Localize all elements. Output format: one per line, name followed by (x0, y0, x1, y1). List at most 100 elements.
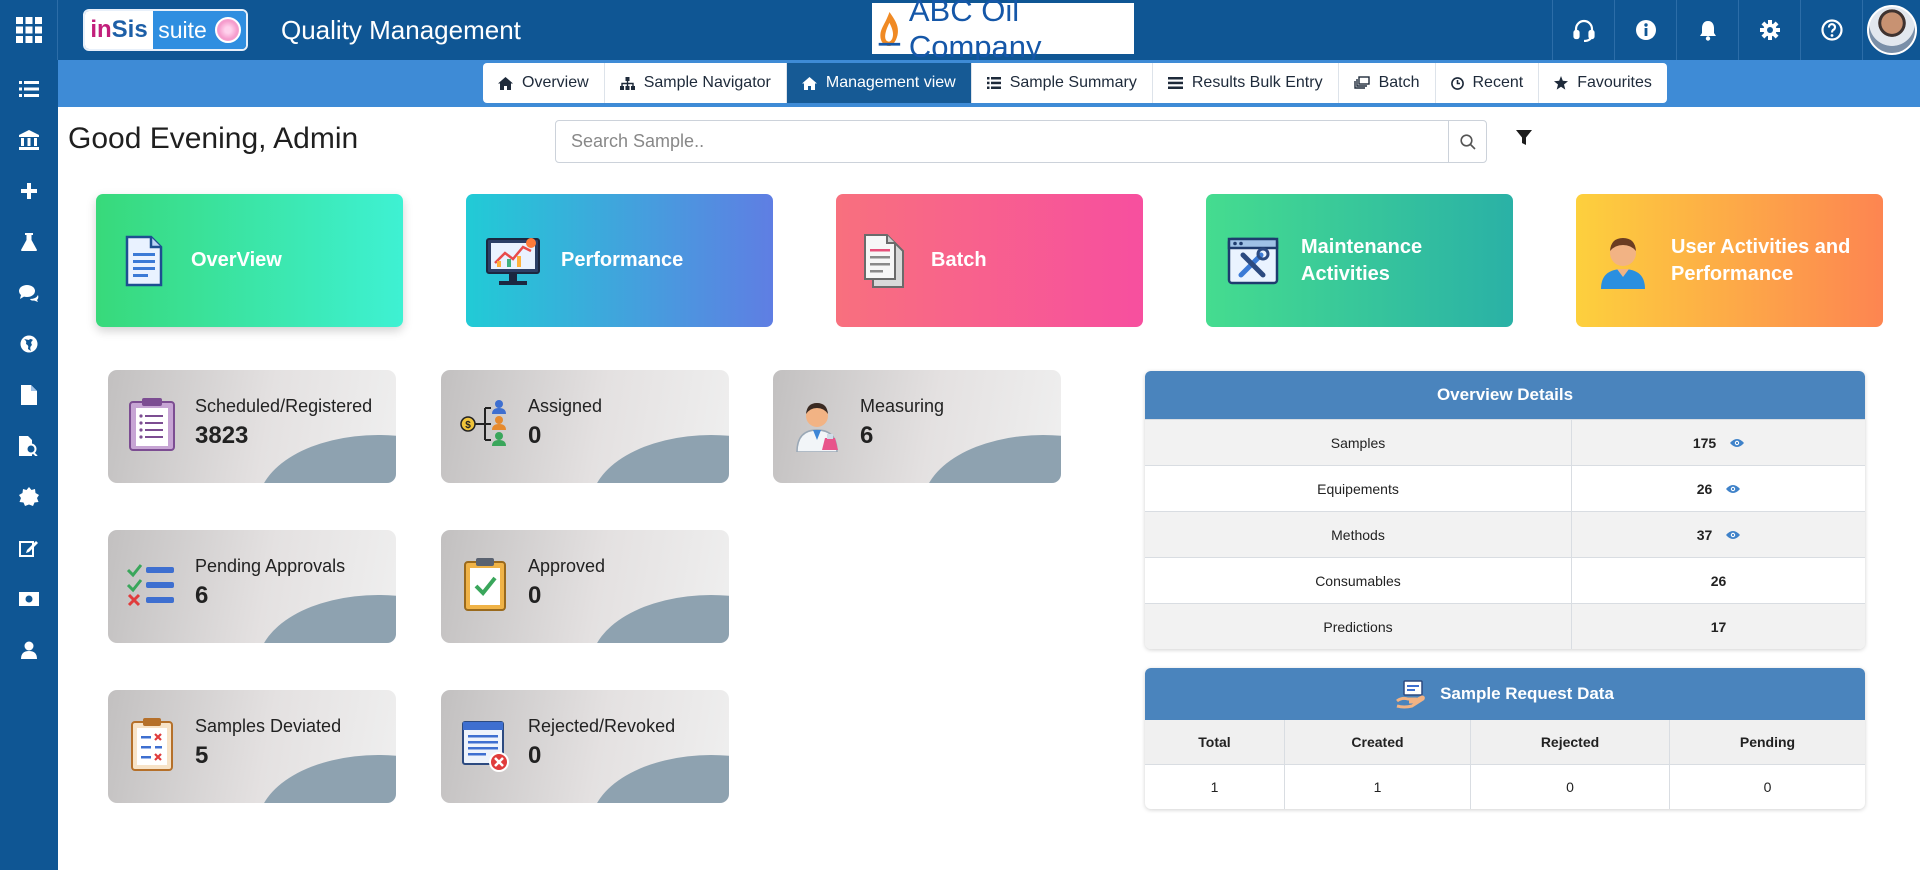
stat-value: 0 (528, 742, 542, 769)
stat-value: 0 (528, 582, 542, 609)
card-batch[interactable]: Batch (836, 194, 1143, 327)
list-icon[interactable] (0, 63, 58, 114)
eye-icon[interactable] (1730, 438, 1745, 448)
card-maintenance-activities[interactable]: Maintenance Activities (1206, 194, 1513, 327)
row-label: Consumables (1145, 558, 1572, 603)
filter-icon[interactable] (1516, 130, 1532, 151)
stat-label: Rejected/Revoked (528, 716, 676, 736)
row-value: 37 (1696, 526, 1713, 543)
stat-rejected-revoked[interactable]: Rejected/Revoked 0 (441, 690, 729, 803)
tab-recent[interactable]: Recent (1436, 63, 1540, 103)
file-search-icon[interactable] (0, 420, 58, 471)
card-overview[interactable]: OverView (96, 194, 403, 327)
headset-icon[interactable] (1552, 0, 1614, 60)
tab-label: Favourites (1577, 74, 1652, 91)
table-cell: 0 (1471, 765, 1670, 809)
eye-icon[interactable] (1726, 530, 1741, 540)
chat-icon[interactable] (0, 267, 58, 318)
panel-title: Overview Details (1145, 371, 1865, 419)
row-label: Predictions (1145, 604, 1572, 649)
tools-window-icon (1227, 237, 1279, 284)
request-hand-icon (1396, 680, 1425, 709)
globe-icon[interactable] (0, 318, 58, 369)
star-icon (1554, 76, 1569, 90)
tab-sample-summary[interactable]: Sample Summary (972, 63, 1153, 103)
gear-icon[interactable] (1738, 0, 1800, 60)
nav-strip: Overview Sample Navigator Management vie… (58, 60, 1920, 107)
card-user-activities[interactable]: User Activities and Performance (1576, 194, 1883, 327)
performance-monitor-icon (486, 237, 540, 285)
column-header: Created (1285, 720, 1471, 764)
tab-results-bulk-entry[interactable]: Results Bulk Entry (1153, 63, 1339, 103)
tab-sample-navigator[interactable]: Sample Navigator (605, 63, 787, 103)
stat-value: 5 (195, 742, 209, 769)
clone-icon (1353, 76, 1370, 89)
sample-request-panel: Sample Request Data Total Created Reject… (1145, 668, 1865, 809)
row-value: 175 (1692, 434, 1717, 451)
user-icon[interactable] (0, 624, 58, 675)
checklist-icon (126, 564, 174, 607)
table-row: 1 1 0 0 (1145, 764, 1865, 809)
sitemap-icon (619, 76, 635, 90)
rejected-document-icon (462, 721, 509, 772)
stat-label: Pending Approvals (195, 556, 346, 576)
stat-label: Approved (528, 556, 606, 576)
row-value: 17 (1710, 618, 1727, 635)
table-row: Samples 175 (1145, 419, 1865, 465)
column-header: Rejected (1471, 720, 1670, 764)
help-icon[interactable] (1800, 0, 1862, 60)
tab-label: Batch (1378, 74, 1420, 91)
bank-icon[interactable] (0, 114, 58, 165)
tab-favourites[interactable]: Favourites (1539, 63, 1667, 103)
flask-icon[interactable] (0, 216, 58, 267)
eye-icon[interactable] (1726, 484, 1741, 494)
greeting: Good Evening, Admin (68, 122, 359, 155)
user-avatar[interactable] (1862, 0, 1920, 60)
badge-icon[interactable] (0, 471, 58, 522)
stat-label: Assigned (528, 396, 603, 416)
stat-samples-deviated[interactable]: Samples Deviated 5 (108, 690, 396, 803)
stat-label: Measuring (860, 396, 945, 416)
avatar (1866, 5, 1917, 55)
clipboard-check-icon (464, 558, 506, 611)
logo-main: Sis (111, 16, 148, 43)
user-icon (1601, 237, 1645, 289)
stat-assigned[interactable]: $ Assigned 0 (441, 370, 729, 483)
tab-label: Sample Navigator (643, 74, 771, 91)
stat-pending-approvals[interactable]: Pending Approvals 6 (108, 530, 396, 643)
money-icon[interactable] (0, 573, 58, 624)
plus-icon[interactable] (0, 165, 58, 216)
info-icon[interactable] (1614, 0, 1676, 60)
tab-label: Results Bulk Entry (1191, 74, 1323, 91)
insis-logo[interactable]: in Sis suite (83, 9, 248, 51)
card-performance[interactable]: Performance (466, 194, 773, 327)
edit-icon[interactable] (0, 522, 58, 573)
search-icon[interactable] (1448, 121, 1486, 162)
logo-suite: suite (158, 16, 207, 43)
stat-scheduled-registered[interactable]: Scheduled/Registered 3823 (108, 370, 396, 483)
panel-title: Sample Request Data (1440, 684, 1614, 703)
table-row: Equipements 26 (1145, 465, 1865, 511)
clipboard-list-icon (129, 398, 175, 451)
search-input[interactable] (556, 121, 1448, 162)
stat-label: Samples Deviated (195, 716, 342, 736)
tab-overview[interactable]: Overview (483, 63, 605, 103)
table-row: Consumables 26 (1145, 557, 1865, 603)
stat-approved[interactable]: Approved 0 (441, 530, 729, 643)
row-value: 26 (1696, 480, 1713, 497)
tab-batch[interactable]: Batch (1339, 63, 1436, 103)
row-label: Equipements (1145, 466, 1572, 511)
scientist-icon (796, 403, 838, 452)
file-icon[interactable] (0, 369, 58, 420)
tab-bar: Overview Sample Navigator Management vie… (483, 63, 1667, 103)
bell-icon[interactable] (1676, 0, 1738, 60)
row-value: 26 (1710, 572, 1727, 589)
stat-measuring[interactable]: Measuring 6 (773, 370, 1061, 483)
stat-label: Scheduled/Registered (195, 396, 373, 416)
tab-label: Management view (825, 74, 956, 91)
apps-grid-icon[interactable] (0, 0, 58, 60)
top-header: in Sis suite Quality Management ABC Oil C… (0, 0, 1920, 64)
panel-header: Sample Request Data (1145, 668, 1865, 720)
tab-management-view[interactable]: Management view (786, 63, 972, 103)
overview-details-panel: Overview Details Samples 175 Equipements… (1145, 371, 1865, 649)
